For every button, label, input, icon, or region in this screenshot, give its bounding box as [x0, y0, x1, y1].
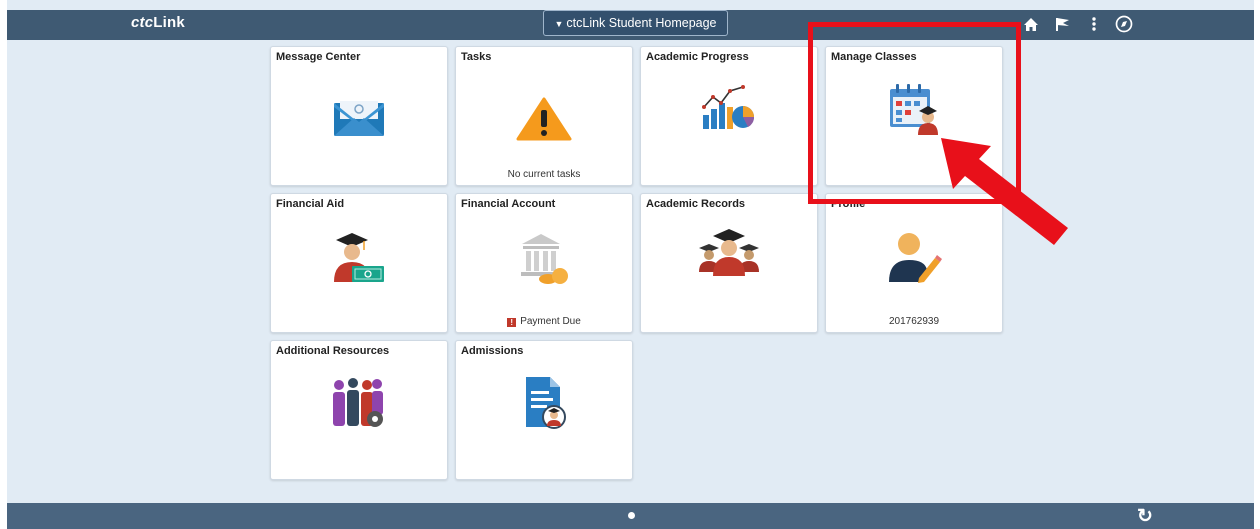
bank-icon [521, 234, 568, 284]
more-options-icon[interactable] [1083, 13, 1105, 35]
tile-title: Additional Resources [276, 345, 390, 357]
homepage-selector[interactable]: ▼ ctcLink Student Homepage [543, 10, 728, 36]
tile-tasks[interactable]: Tasks No current tasks [455, 46, 633, 186]
tile-admissions[interactable]: Admissions [455, 340, 633, 480]
tile-title: Financial Account [461, 198, 556, 210]
tile-title: Message Center [276, 51, 361, 63]
tile-title: Admissions [461, 345, 524, 357]
home-icon[interactable] [1020, 13, 1042, 35]
homepage-selector-label: ctcLink Student Homepage [566, 16, 717, 30]
graduates-icon [699, 229, 759, 276]
ctclink-logo[interactable]: ctcLink [131, 14, 185, 31]
charts-icon [702, 85, 755, 129]
top-navigation-bar: ctcLink ▼ ctcLink Student Homepage [7, 10, 1254, 40]
tile-title: Academic Progress [646, 51, 749, 63]
envelope-icon [334, 101, 384, 136]
tile-financial-account[interactable]: Financial Account ! Payment Due [455, 193, 633, 333]
tile-message-center[interactable]: Message Center [270, 46, 448, 186]
logo-prefix: ctc [131, 14, 154, 31]
people-gear-icon [333, 378, 383, 427]
app-frame: ctcLink ▼ ctcLink Student Homepage Messag… [7, 0, 1254, 529]
tasks-status-text: No current tasks [507, 169, 581, 180]
tile-title: Tasks [461, 51, 492, 63]
tile-title: Financial Aid [276, 198, 345, 210]
tile-title: Academic Records [646, 198, 746, 210]
page-indicator-dot[interactable] [628, 512, 635, 519]
tile-academic-records[interactable]: Academic Records [640, 193, 818, 333]
dropdown-caret-icon: ▼ [554, 19, 564, 29]
navigator-icon[interactable] [1113, 13, 1135, 35]
tile-financial-aid[interactable]: Financial Aid [270, 193, 448, 333]
tile-additional-resources[interactable]: Additional Resources [270, 340, 448, 480]
payment-due-notice: ! Payment Due [456, 316, 632, 327]
payment-due-text: Payment Due [520, 316, 581, 327]
bottom-bar: ↻ [7, 503, 1254, 529]
refresh-icon[interactable]: ↻ [1137, 505, 1153, 528]
logo-suffix: Link [153, 14, 185, 31]
tile-academic-progress[interactable]: Academic Progress [640, 46, 818, 186]
graduate-money-icon [334, 233, 384, 282]
profile-edit-icon [889, 233, 942, 283]
pointer-arrow [941, 138, 1068, 245]
flag-icon[interactable] [1052, 13, 1074, 35]
warning-icon [516, 97, 572, 141]
alert-icon: ! [507, 318, 517, 327]
student-id-text: 201762939 [888, 316, 940, 327]
document-student-icon [526, 377, 566, 429]
